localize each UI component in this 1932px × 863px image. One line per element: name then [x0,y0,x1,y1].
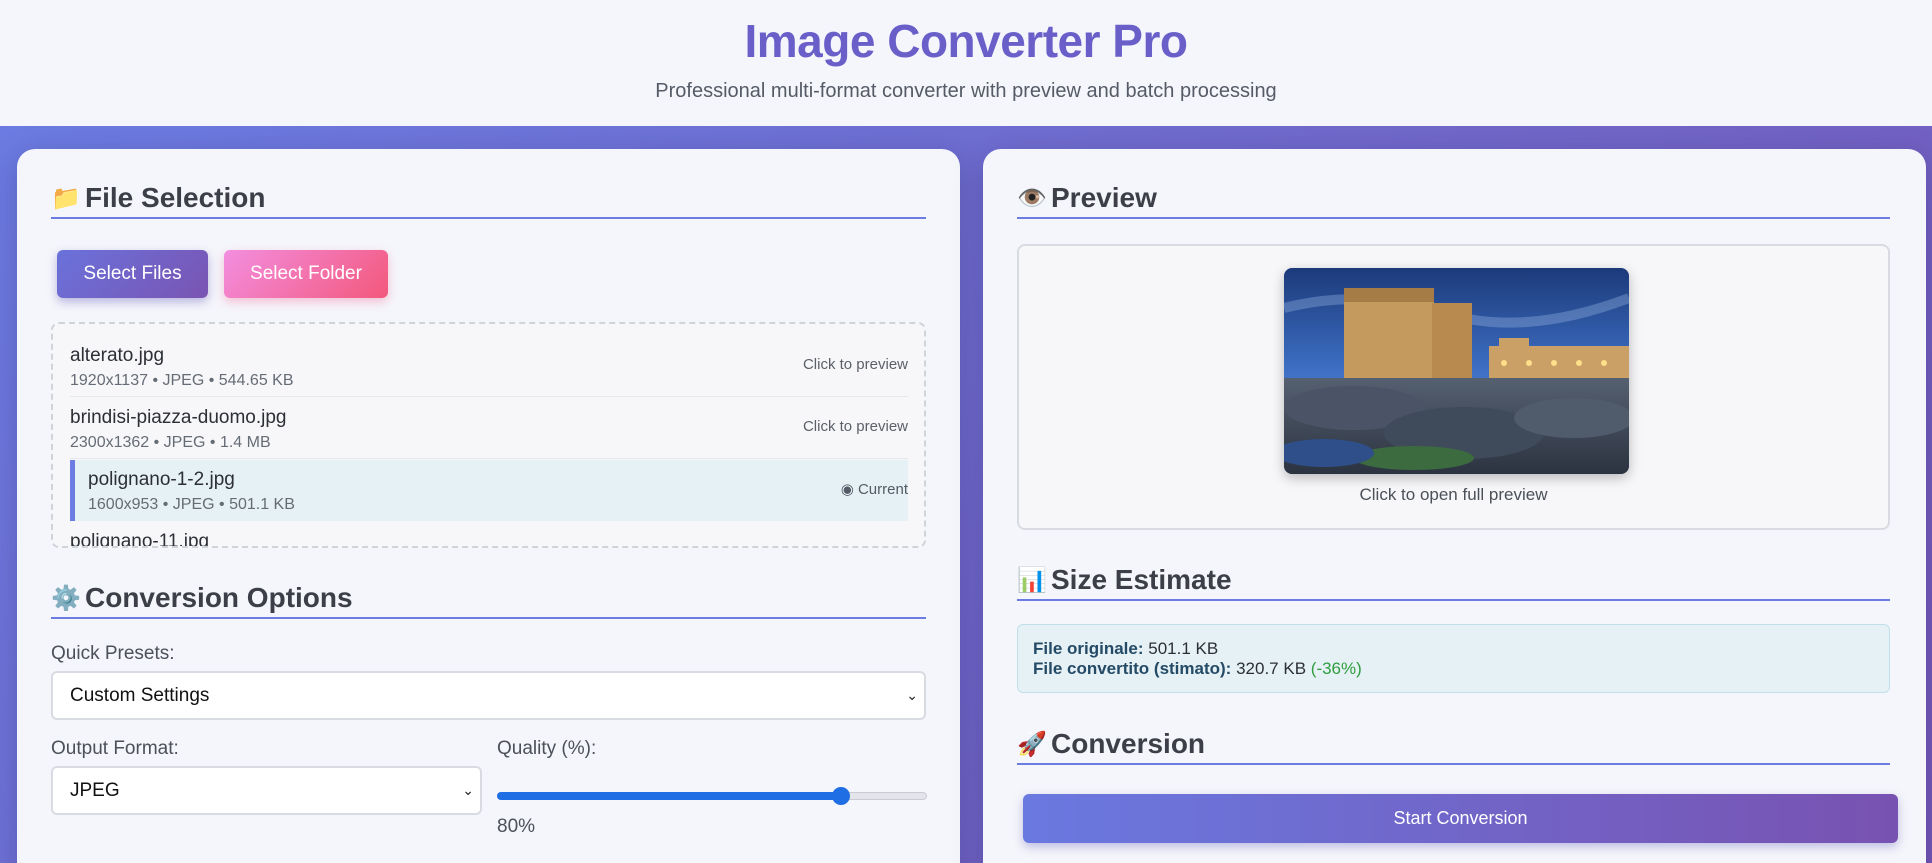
output-format-value: JPEG [70,779,120,801]
file-list-item-current[interactable]: polignano-1-2.jpg 1600x953 • JPEG • 501.… [70,460,908,521]
size-estimate-title: Size Estimate [1051,564,1232,595]
folder-icon: 📁 [51,184,81,212]
quick-presets-label: Quick Presets: [51,643,175,664]
left-panel: 📁 File Selection Select Files Select Fol… [17,149,960,863]
gear-icon: ⚙️ [51,584,81,612]
file-list-item[interactable]: alterato.jpg 1920x1137 • JPEG • 544.65 K… [70,336,908,397]
select-files-button[interactable]: Select Files [57,250,208,298]
file-name: brindisi-piazza-duomo.jpg [70,407,287,428]
original-size-label: File originale: [1033,639,1144,658]
app-header: Image Converter Pro Professional multi-f… [0,0,1932,126]
chevron-down-icon: ⌄ [462,782,474,798]
size-estimate-header: 📊 Size Estimate [1017,561,1890,601]
file-meta: 2300x1362 • JPEG • 1.4 MB [70,434,271,451]
file-name: polignano-11.jpg [70,531,210,548]
converted-size-line: File convertito (stimato): 320.7 KB (-36… [1033,659,1362,679]
click-to-preview-link[interactable]: Click to preview [803,356,908,373]
file-list-item[interactable]: brindisi-piazza-duomo.jpg 2300x1362 • JP… [70,398,908,459]
original-size-line: File originale: 501.1 KB [1033,639,1218,659]
converted-size-value: 320.7 KB [1236,659,1307,678]
file-meta: 1920x1137 • JPEG • 544.65 KB [70,372,294,389]
chart-icon: 📊 [1017,566,1047,594]
slider-fill [497,792,841,800]
file-name: polignano-1-2.jpg [88,469,235,490]
converted-size-label: File convertito (stimato): [1033,659,1232,678]
current-indicator: ◉ Current [840,481,908,498]
output-format-select[interactable]: JPEG ⌄ [51,766,482,815]
size-change-badge: (-36%) [1310,659,1362,678]
rocket-icon: 🚀 [1017,730,1047,758]
eye-icon: 👁️ [1017,184,1047,212]
file-meta: 1600x953 • JPEG • 501.1 KB [88,496,295,513]
click-to-preview-link[interactable]: Click to preview [803,418,908,435]
original-size-value: 501.1 KB [1148,639,1219,658]
start-conversion-button[interactable]: Start Conversion [1023,794,1898,843]
preview-image[interactable] [1284,268,1629,474]
select-folder-button[interactable]: Select Folder [224,250,388,298]
quick-presets-value: Custom Settings [70,684,210,706]
quality-label: Quality (%): [497,738,597,759]
quality-slider[interactable] [497,781,927,811]
file-selection-title: File Selection [85,182,266,213]
conversion-title: Conversion [1051,728,1206,759]
quality-value: 80% [497,816,536,837]
output-format-label: Output Format: [51,738,179,759]
conversion-header: 🚀 Conversion [1017,725,1890,765]
size-estimate-box: File originale: 501.1 KB File convertito… [1017,624,1890,693]
quick-presets-select[interactable]: Custom Settings ⌄ [51,671,926,720]
conversion-options-header: ⚙️ Conversion Options [51,579,926,619]
app-title: Image Converter Pro [744,15,1188,67]
app-subtitle: Professional multi-format converter with… [655,80,1277,102]
conversion-options-title: Conversion Options [85,582,353,613]
chevron-down-icon: ⌄ [906,687,918,703]
preview-title: Preview [1051,182,1157,213]
preview-caption: Click to open full preview [1359,485,1548,504]
preview-header: 👁️ Preview [1017,179,1890,219]
right-panel: 👁️ Preview Click to open full preview 📊 … [983,149,1926,863]
file-list[interactable]: alterato.jpg 1920x1137 • JPEG • 544.65 K… [51,322,926,548]
file-selection-header: 📁 File Selection [51,179,926,219]
file-name: alterato.jpg [70,345,165,366]
preview-area[interactable]: Click to open full preview [1017,244,1890,530]
slider-thumb[interactable] [832,787,850,805]
file-list-item[interactable]: polignano-11.jpg [70,522,908,548]
